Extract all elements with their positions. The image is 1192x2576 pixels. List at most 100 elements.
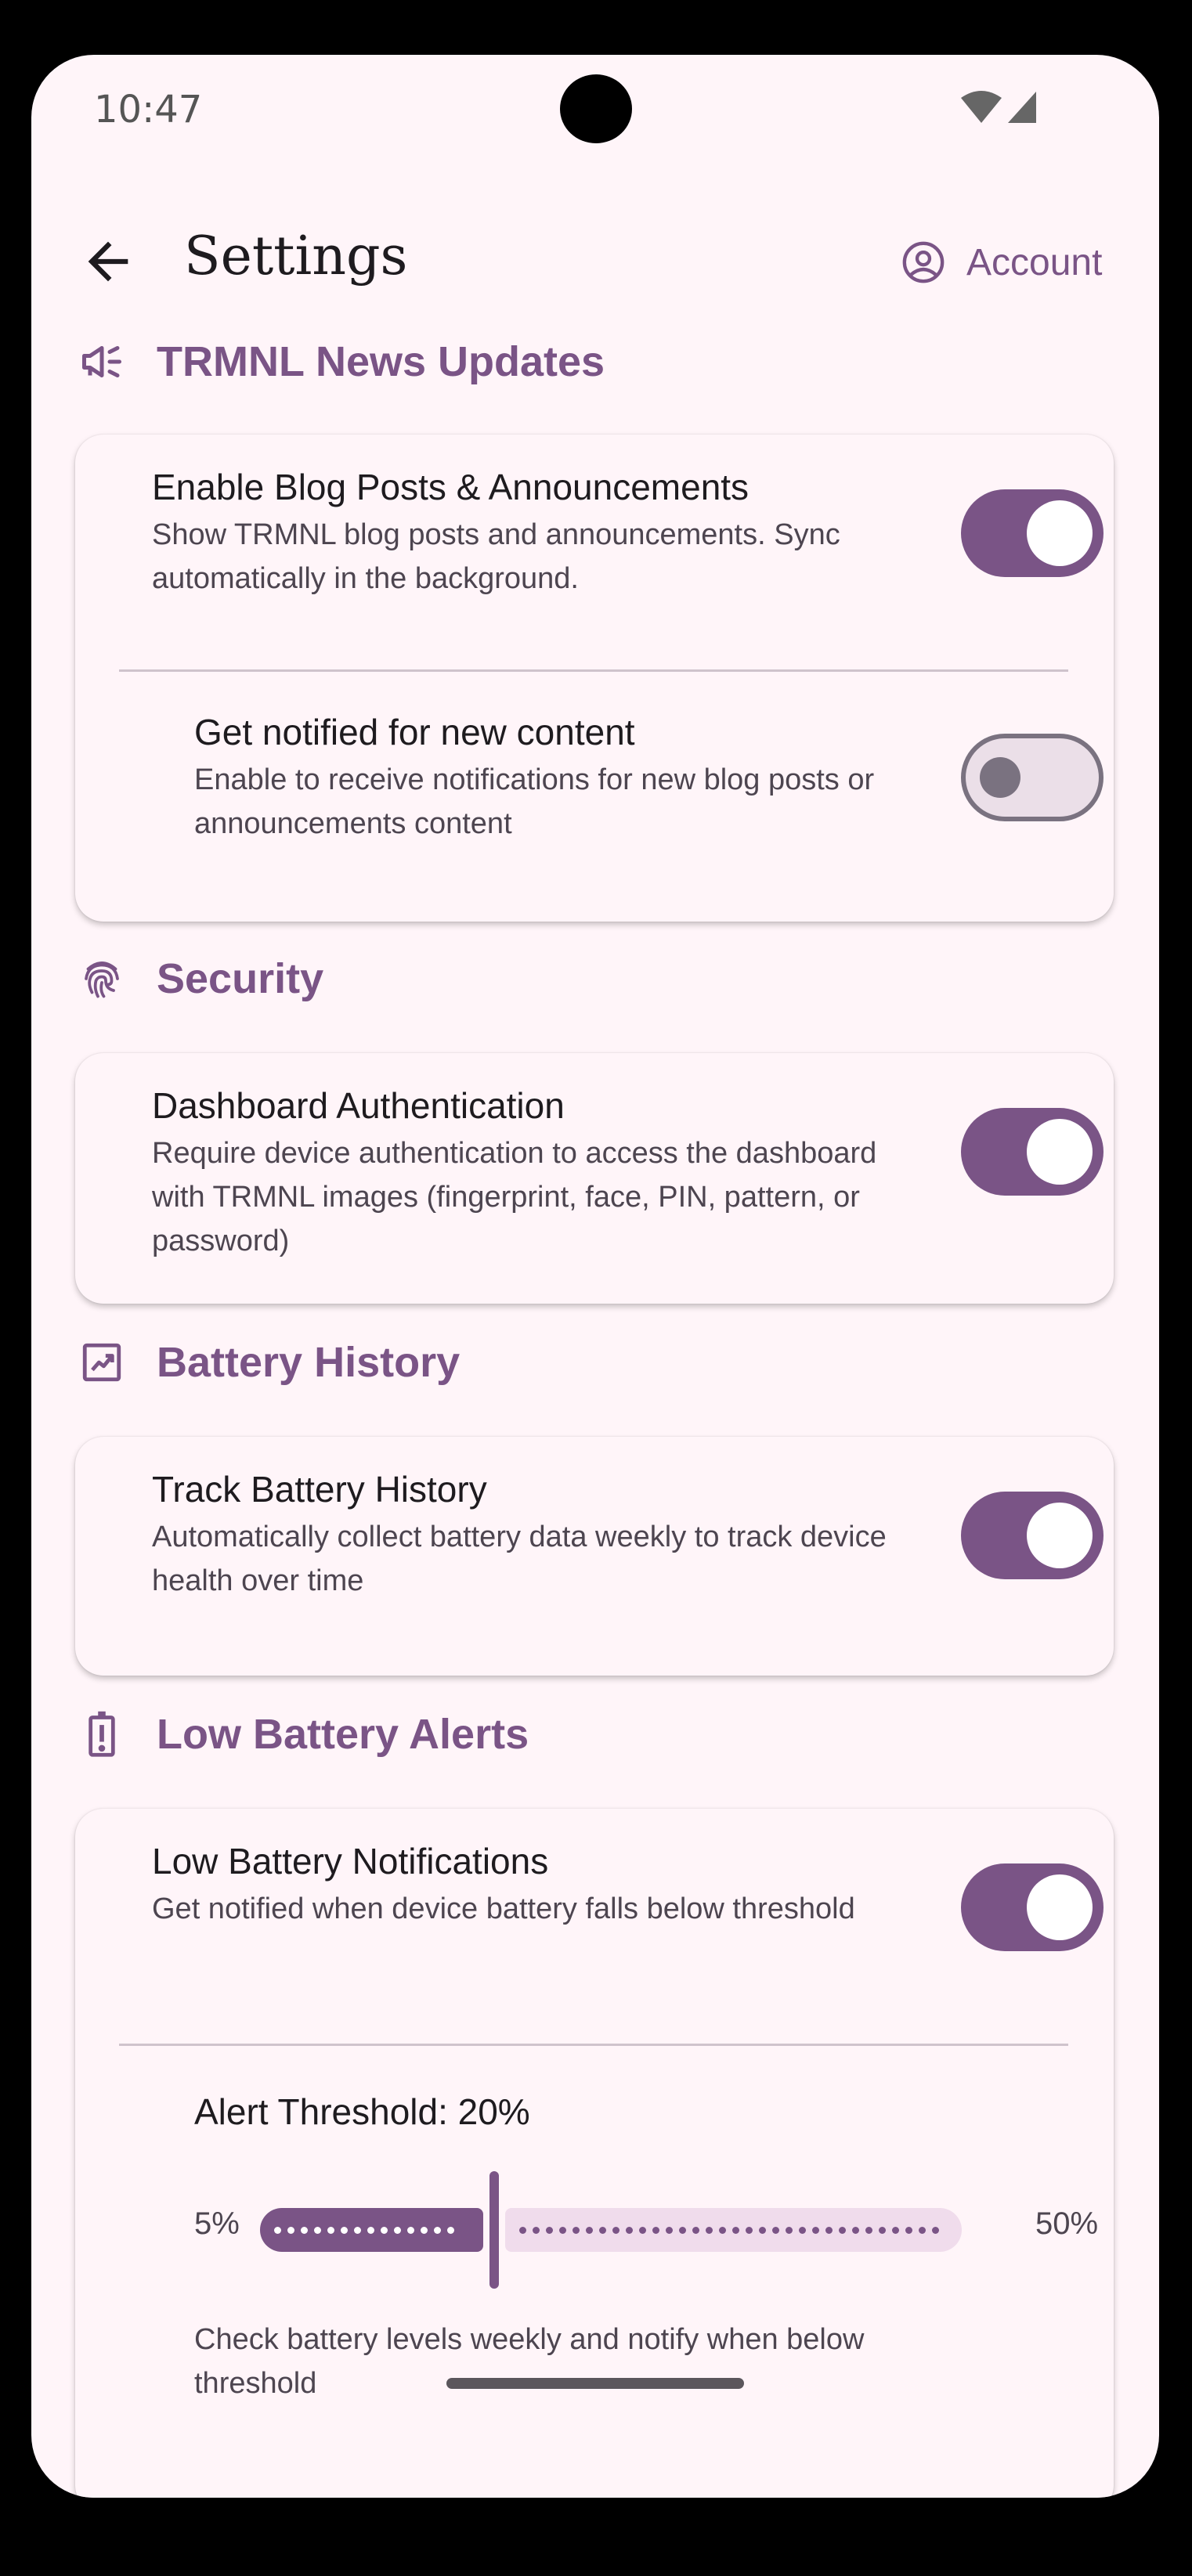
slider-min-label: 5% — [194, 2206, 240, 2241]
divider — [119, 669, 1068, 672]
slider-stop-dot — [745, 2227, 753, 2234]
slider-stop-dot — [558, 2227, 566, 2234]
dashboard-auth-toggle[interactable] — [961, 1108, 1104, 1196]
slider-stops — [274, 2227, 454, 2234]
divider — [119, 2044, 1068, 2046]
slider-stop-dot — [381, 2227, 388, 2234]
item-title-track: Track Battery History — [152, 1469, 487, 1510]
slider-stop-dot — [652, 2227, 659, 2234]
toggle-knob — [1027, 1874, 1093, 1940]
slider-stop-dot — [931, 2227, 939, 2234]
slider-stop-dot — [421, 2227, 428, 2234]
toggle-knob — [1027, 500, 1093, 566]
signal-icon — [1008, 92, 1036, 123]
account-button[interactable]: Account — [901, 235, 1102, 290]
wifi-icon — [961, 91, 1002, 123]
section-header-security: Security — [31, 943, 1159, 1014]
section-title-low-battery: Low Battery Alerts — [157, 1711, 529, 1758]
slider-stop-dot — [394, 2227, 401, 2234]
slider-stop-dot — [851, 2227, 859, 2234]
blog-posts-toggle[interactable] — [961, 489, 1104, 577]
account-label: Account — [966, 241, 1103, 283]
slider-stop-dot — [598, 2227, 606, 2234]
account-circle-icon — [902, 241, 945, 283]
item-desc-track: Automatically collect battery data weekl… — [152, 1521, 887, 1597]
toggle-knob — [1027, 1119, 1093, 1185]
slider-max-label: 50% — [1035, 2206, 1099, 2241]
low-battery-card: Low Battery Notifications Get notified w… — [75, 1809, 1114, 2498]
slider-stop-dot — [341, 2227, 348, 2234]
slider-stop-dot — [447, 2227, 454, 2234]
slider-stop-dot — [918, 2227, 926, 2234]
status-time: 10:47 — [94, 88, 203, 132]
slider-stop-dot — [612, 2227, 619, 2234]
battery-alert-icon — [88, 1711, 115, 1757]
slider-stop-dot — [572, 2227, 580, 2234]
slider-stop-dot — [301, 2227, 308, 2234]
slider-stop-dot — [692, 2227, 699, 2234]
battery-history-card: Track Battery History Automatically coll… — [75, 1437, 1114, 1676]
status-bar: 10:47 — [31, 55, 1159, 172]
slider-stops — [518, 2227, 939, 2234]
threshold-description: Check battery levels weekly and notify w… — [194, 2323, 865, 2400]
item-title-blog: Enable Blog Posts & Announcements — [152, 467, 750, 507]
slider-stop-dot — [878, 2227, 886, 2234]
notify-content-toggle[interactable] — [961, 734, 1104, 821]
slider-stop-dot — [354, 2227, 361, 2234]
section-title-news: TRMNL News Updates — [157, 338, 605, 385]
slider-stop-dot — [718, 2227, 726, 2234]
item-title-notify: Get notified for new content — [194, 712, 635, 752]
slider-track-inactive — [504, 2208, 962, 2252]
slider-stop-dot — [532, 2227, 540, 2234]
slider-stop-dot — [678, 2227, 686, 2234]
back-arrow-icon[interactable] — [78, 232, 138, 291]
section-header-low-battery: Low Battery Alerts — [31, 1699, 1159, 1770]
slider-stop-dot — [314, 2227, 321, 2234]
slider-stop-dot — [585, 2227, 593, 2234]
slider-stop-dot — [625, 2227, 633, 2234]
slider-track-active — [260, 2208, 483, 2252]
front-camera — [560, 74, 632, 143]
phone-frame: 10:47 Settings Account TRMNL News Update… — [0, 0, 1192, 2576]
trending-chart-icon — [82, 1343, 121, 1382]
slider-stop-dot — [865, 2227, 872, 2234]
slider-stop-dot — [274, 2227, 281, 2234]
slider-stop-dot — [758, 2227, 766, 2234]
item-title-auth: Dashboard Authentication — [152, 1085, 565, 1126]
top-app-bar: Settings Account — [31, 211, 1159, 313]
campaign-icon — [82, 346, 121, 377]
slider-stop-dot — [367, 2227, 374, 2234]
slider-stop-dot — [771, 2227, 779, 2234]
item-title-low-battery: Low Battery Notifications — [152, 1841, 549, 1881]
slider-stop-dot — [705, 2227, 713, 2234]
slider-stop-dot — [905, 2227, 912, 2234]
page-title: Settings — [184, 225, 408, 287]
slider-stop-dot — [327, 2227, 334, 2234]
item-desc-notify: Enable to receive notifications for new … — [194, 763, 875, 840]
section-header-battery-history: Battery History — [31, 1327, 1159, 1398]
slider-stop-dot — [838, 2227, 846, 2234]
home-indicator[interactable] — [446, 2378, 744, 2389]
low-battery-toggle[interactable] — [961, 1863, 1104, 1951]
battery-history-toggle[interactable] — [961, 1492, 1104, 1579]
slider-stop-dot — [638, 2227, 646, 2234]
slider-stop-dot — [731, 2227, 739, 2234]
item-desc-auth: Require device authentication to access … — [152, 1137, 877, 1257]
security-card: Dashboard Authentication Require device … — [75, 1053, 1114, 1304]
slider-stop-dot — [545, 2227, 553, 2234]
slider-stop-dot — [518, 2227, 526, 2234]
slider-stop-dot — [407, 2227, 414, 2234]
slider-stop-dot — [891, 2227, 899, 2234]
slider-stop-dot — [665, 2227, 673, 2234]
slider-thumb[interactable] — [489, 2171, 499, 2289]
screen: 10:47 Settings Account TRMNL News Update… — [31, 55, 1159, 2498]
section-header-news: TRMNL News Updates — [31, 327, 1159, 397]
slider-stop-dot — [287, 2227, 294, 2234]
fingerprint-icon — [85, 961, 119, 998]
slider-stop-dot — [825, 2227, 833, 2234]
toggle-knob — [1027, 1503, 1093, 1568]
toggle-knob — [980, 757, 1020, 798]
threshold-slider[interactable]: 5% 50% — [75, 2138, 1114, 2294]
item-desc-blog: Show TRMNL blog posts and announcements.… — [152, 518, 840, 595]
slider-stop-dot — [785, 2227, 793, 2234]
